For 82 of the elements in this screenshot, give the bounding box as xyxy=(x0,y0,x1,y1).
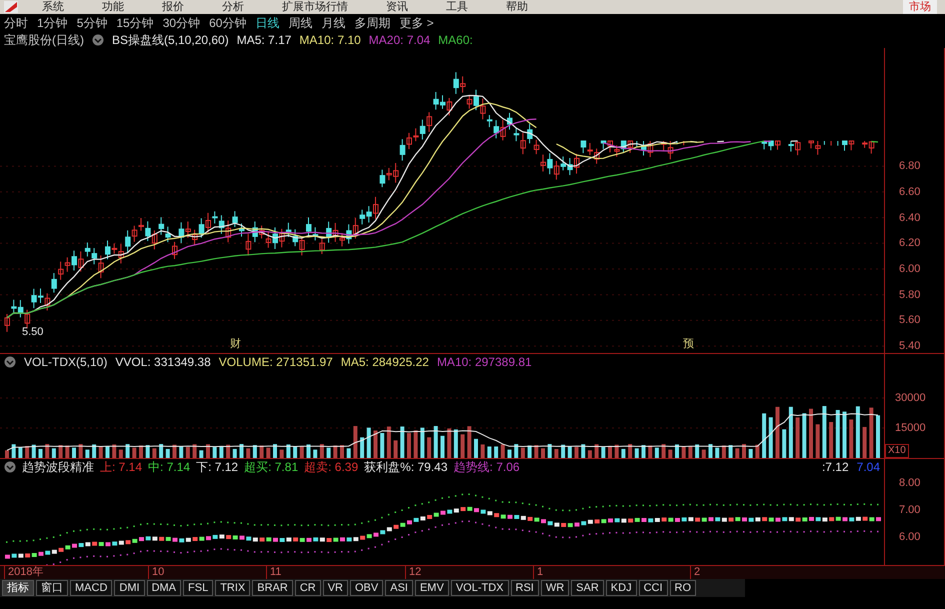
period-tab[interactable]: 周线 xyxy=(288,14,312,32)
ma-reading: MA5: 7.17 xyxy=(236,32,292,48)
trend-reading: 获利盘%: 79.43 xyxy=(364,458,448,476)
dropdown-caret-icon[interactable] xyxy=(4,460,16,472)
ma-reading: MA10: 7.10 xyxy=(299,32,361,48)
dropdown-caret-icon[interactable] xyxy=(4,356,16,368)
volume-reading: MA5: 284925.22 xyxy=(340,354,429,370)
indicator-tab[interactable]: OBV xyxy=(350,580,384,596)
indicator-tab[interactable]: BRAR xyxy=(252,580,293,596)
volume-reading: VVOL: 331349.38 xyxy=(115,354,211,370)
indicator-name: 趋势波段精准 xyxy=(22,458,94,476)
trend-reading: :7.12 xyxy=(822,458,849,476)
period-tab[interactable]: 多周期 xyxy=(354,14,390,32)
indicator-tab[interactable]: DMA xyxy=(146,580,182,596)
trend-reading: 中: 7.14 xyxy=(148,458,190,476)
volume-axis-label: 15000 xyxy=(895,422,926,434)
trend-reading: 7.04 xyxy=(856,458,880,476)
price-axis-label: 6.40 xyxy=(899,212,920,224)
menu-item[interactable]: 系统 xyxy=(42,0,64,16)
period-tab[interactable]: 更多 > xyxy=(399,14,434,32)
menu-item[interactable]: 扩展市场行情 xyxy=(282,0,348,16)
indicator-tab[interactable]: FSL xyxy=(183,580,214,596)
indicator-tab[interactable]: DMI xyxy=(114,580,145,596)
period-tab[interactable]: 分时 xyxy=(4,14,28,32)
indicator-tab[interactable]: EMV xyxy=(414,580,449,596)
price-axis-label: 6.60 xyxy=(899,186,920,198)
indicator-tab[interactable]: ASI xyxy=(385,580,413,596)
period-tab[interactable]: 30分钟 xyxy=(162,14,200,32)
menu-item[interactable]: 功能 xyxy=(102,0,124,16)
stock-title: 宝鹰股份(日线) xyxy=(4,32,84,48)
period-tab[interactable]: 1分钟 xyxy=(37,14,68,32)
event-mark: 预 xyxy=(683,338,694,350)
price-axis-label: 5.80 xyxy=(899,288,920,301)
period-tab[interactable]: 日线 xyxy=(255,14,280,32)
price-axis-label: 5.60 xyxy=(899,314,920,326)
indicator-tab[interactable]: VOL-TDX xyxy=(450,580,508,596)
price-axis-label: 5.40 xyxy=(899,340,920,352)
period-tab[interactable]: 15分钟 xyxy=(116,14,154,32)
indicator-tab[interactable]: CCI xyxy=(638,580,668,596)
indicator-name: BS操盘线(5,10,20,60) xyxy=(112,32,229,48)
indicator-tab[interactable]: KDJ xyxy=(606,580,637,596)
period-tab[interactable]: 月线 xyxy=(321,14,346,32)
trend-reading: 超买: 7.81 xyxy=(244,458,298,476)
ma-reading: MA20: 7.04 xyxy=(368,32,430,48)
indicator-name: VOL-TDX(5,10) xyxy=(24,354,108,370)
indicator-tab[interactable]: 窗口 xyxy=(36,580,68,596)
trend-axis-label: 6.00 xyxy=(899,531,920,543)
volume-reading: VOLUME: 271351.97 xyxy=(218,354,333,370)
event-mark: 财 xyxy=(230,338,241,350)
volume-unit-label: X10 xyxy=(885,444,909,458)
indicator-tab[interactable]: RSI xyxy=(510,580,539,596)
indicator-tab[interactable]: RO xyxy=(670,580,696,596)
market-button[interactable]: 市场 xyxy=(903,0,937,14)
indicator-tab[interactable]: SAR xyxy=(571,580,604,596)
menu-item[interactable]: 资讯 xyxy=(386,0,408,16)
trend-reading: 趋势线: 7.06 xyxy=(454,458,520,476)
menu-item[interactable]: 分析 xyxy=(222,0,244,16)
price-axis-label: 6.00 xyxy=(899,263,920,275)
dropdown-caret-icon[interactable] xyxy=(92,34,104,46)
app-logo-icon xyxy=(4,1,18,13)
period-tab[interactable]: 5分钟 xyxy=(76,14,108,32)
indicator-tab[interactable]: MACD xyxy=(70,580,112,596)
low-price-label: 5.50 xyxy=(22,325,44,340)
period-tab[interactable]: 60分钟 xyxy=(209,14,246,32)
trend-reading: 下: 7.12 xyxy=(196,458,238,476)
menu-item[interactable]: 帮助 xyxy=(506,0,528,16)
indicator-tab[interactable]: WR xyxy=(540,580,570,596)
volume-reading: MA10: 297389.81 xyxy=(436,354,532,370)
trend-reading: 超卖: 6.39 xyxy=(304,458,358,476)
trend-reading: 上: 7.14 xyxy=(100,458,142,476)
price-axis-label: 6.20 xyxy=(899,237,920,250)
menu-item[interactable]: 工具 xyxy=(446,0,468,16)
price-axis-label: 6.80 xyxy=(899,160,920,172)
menu-item[interactable]: 报价 xyxy=(162,0,184,16)
trend-axis-label: 8.00 xyxy=(899,477,920,489)
indicator-tab[interactable]: CR xyxy=(294,580,321,596)
ma-reading: MA60: xyxy=(438,32,473,48)
trend-axis-label: 7.00 xyxy=(899,504,920,516)
indicator-tab[interactable]: 指标 xyxy=(2,580,34,596)
indicator-tab[interactable]: VR xyxy=(322,580,348,596)
indicator-tab[interactable]: TRIX xyxy=(215,580,250,596)
volume-axis-label: 30000 xyxy=(895,392,926,404)
